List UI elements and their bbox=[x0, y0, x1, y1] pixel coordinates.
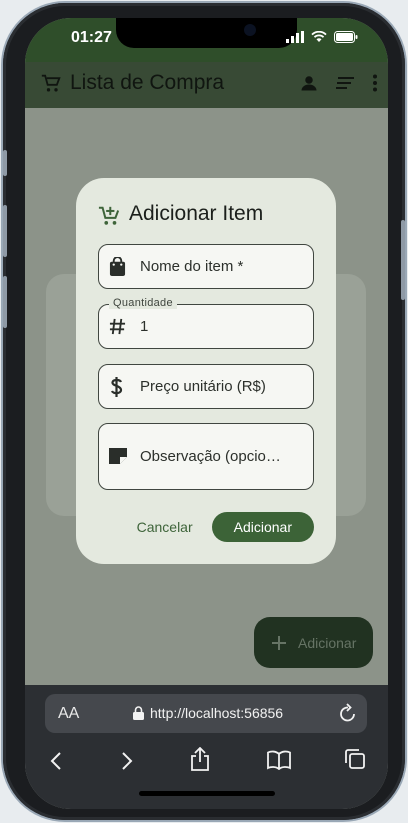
cart-icon bbox=[41, 74, 61, 92]
note-field[interactable]: Observação (opcio… bbox=[98, 423, 314, 490]
home-indicator bbox=[139, 791, 275, 796]
mute-switch bbox=[3, 150, 7, 176]
status-time: 01:27 bbox=[71, 29, 112, 46]
address-bar[interactable]: AA http://localhost:56856 bbox=[45, 694, 367, 733]
note-icon bbox=[109, 448, 127, 464]
dollar-icon bbox=[110, 377, 123, 397]
app-bar-actions bbox=[300, 74, 378, 92]
share-icon[interactable] bbox=[190, 747, 210, 771]
tag-icon bbox=[109, 318, 126, 335]
volume-up-button bbox=[3, 205, 7, 257]
unit-price-placeholder: Preço unitário (R$) bbox=[140, 378, 266, 395]
plus-icon bbox=[272, 635, 286, 650]
url-text: http://localhost:56856 bbox=[150, 705, 284, 721]
notch bbox=[116, 18, 297, 48]
forward-icon[interactable] bbox=[121, 751, 133, 771]
app-bar: Lista de Compra bbox=[25, 62, 388, 108]
quantity-field[interactable]: Quantidade 1 bbox=[98, 297, 314, 349]
item-name-field[interactable]: Nome do item * bbox=[98, 244, 314, 289]
add-item-dialog: Adicionar Item Nome do item * Quantidade… bbox=[76, 178, 336, 564]
unit-price-field[interactable]: Preço unitário (R$) bbox=[98, 364, 314, 409]
person-icon[interactable] bbox=[300, 74, 318, 92]
signal-icon bbox=[286, 31, 304, 43]
cancel-button[interactable]: Cancelar bbox=[137, 519, 193, 535]
add-fab-button[interactable]: Adicionar bbox=[254, 617, 373, 668]
sort-icon[interactable] bbox=[336, 76, 354, 90]
reader-aa-button[interactable]: AA bbox=[58, 705, 79, 723]
bookmarks-icon[interactable] bbox=[267, 750, 291, 770]
app-title: Lista de Compra bbox=[70, 71, 225, 94]
item-name-placeholder: Nome do item * bbox=[140, 258, 244, 275]
dialog-title: Adicionar Item bbox=[129, 202, 264, 225]
back-icon[interactable] bbox=[50, 751, 62, 771]
lock-icon bbox=[133, 706, 144, 720]
more-vert-icon[interactable] bbox=[372, 74, 378, 92]
front-camera bbox=[244, 24, 256, 36]
browser-chrome: AA http://localhost:56856 bbox=[25, 685, 388, 809]
browser-toolbar bbox=[25, 745, 388, 779]
wifi-icon bbox=[311, 31, 327, 42]
fab-label: Adicionar bbox=[298, 634, 357, 651]
reload-icon[interactable] bbox=[339, 703, 357, 723]
power-button bbox=[401, 220, 405, 300]
shopping-bag-icon bbox=[109, 257, 126, 276]
add-button[interactable]: Adicionar bbox=[211, 512, 314, 542]
volume-down-button bbox=[3, 276, 7, 328]
note-placeholder: Observação (opcio… bbox=[140, 448, 281, 465]
battery-icon bbox=[334, 31, 358, 43]
quantity-value: 1 bbox=[140, 318, 149, 335]
tabs-icon[interactable] bbox=[344, 748, 366, 770]
dialog-actions: Cancelar Adicionar bbox=[137, 512, 314, 542]
screen: 01:27 Lista de Compra Adicionar Adiciona… bbox=[25, 18, 388, 809]
quantity-label: Quantidade bbox=[109, 297, 177, 309]
add-shopping-cart-icon bbox=[98, 206, 120, 225]
status-bar: 01:27 bbox=[25, 18, 388, 62]
status-icons bbox=[286, 31, 358, 43]
